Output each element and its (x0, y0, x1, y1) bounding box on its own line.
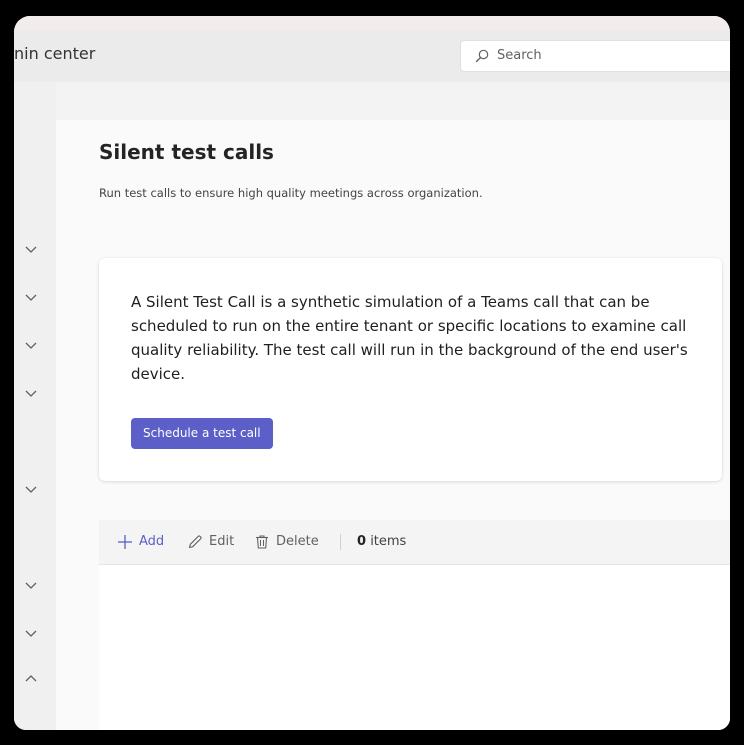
search-icon (475, 49, 489, 63)
page-title: Silent test calls (99, 140, 274, 164)
search-box[interactable]: Search (460, 40, 730, 72)
pencil-icon (188, 535, 202, 549)
items-list (99, 565, 730, 730)
page-subtitle: Run test calls to ensure high quality me… (99, 186, 483, 200)
item-count-label: items (370, 534, 407, 549)
chevron-down-icon[interactable] (24, 290, 38, 304)
list-toolbar: Add Edit Delete 0 items (99, 520, 730, 565)
delete-button[interactable]: Delete (254, 532, 319, 552)
add-button[interactable]: Add (117, 532, 164, 552)
chevron-down-icon[interactable] (24, 626, 38, 640)
nav-sidebar (14, 82, 56, 730)
search-placeholder[interactable]: Search (497, 48, 542, 63)
chevron-down-icon[interactable] (24, 386, 38, 400)
schedule-test-call-button[interactable]: Schedule a test call (131, 418, 273, 449)
chevron-down-icon[interactable] (24, 338, 38, 352)
app-window: nin center Search Silent test calls Run … (14, 16, 730, 730)
edit-label: Edit (209, 534, 235, 549)
toolbar-divider (340, 534, 341, 550)
content-top-band (56, 82, 730, 120)
app-title: nin center (14, 44, 96, 63)
chevron-down-icon[interactable] (24, 578, 38, 592)
edit-button[interactable]: Edit (187, 532, 234, 552)
add-label: Add (139, 534, 165, 549)
card-description: A Silent Test Call is a synthetic simula… (131, 293, 688, 383)
item-count: 0 items (357, 534, 406, 549)
app-header: nin center Search (14, 30, 730, 82)
chevron-down-icon[interactable] (24, 242, 38, 256)
plus-icon (118, 535, 132, 549)
device-frame: nin center Search Silent test calls Run … (0, 0, 744, 745)
chevron-down-icon[interactable] (24, 482, 38, 496)
info-card: A Silent Test Call is a synthetic simula… (99, 258, 722, 481)
delete-label: Delete (276, 534, 319, 549)
trash-icon (256, 535, 268, 549)
window-top-strip (14, 16, 730, 30)
item-count-number: 0 (357, 534, 367, 549)
chevron-up-icon[interactable] (24, 672, 38, 686)
